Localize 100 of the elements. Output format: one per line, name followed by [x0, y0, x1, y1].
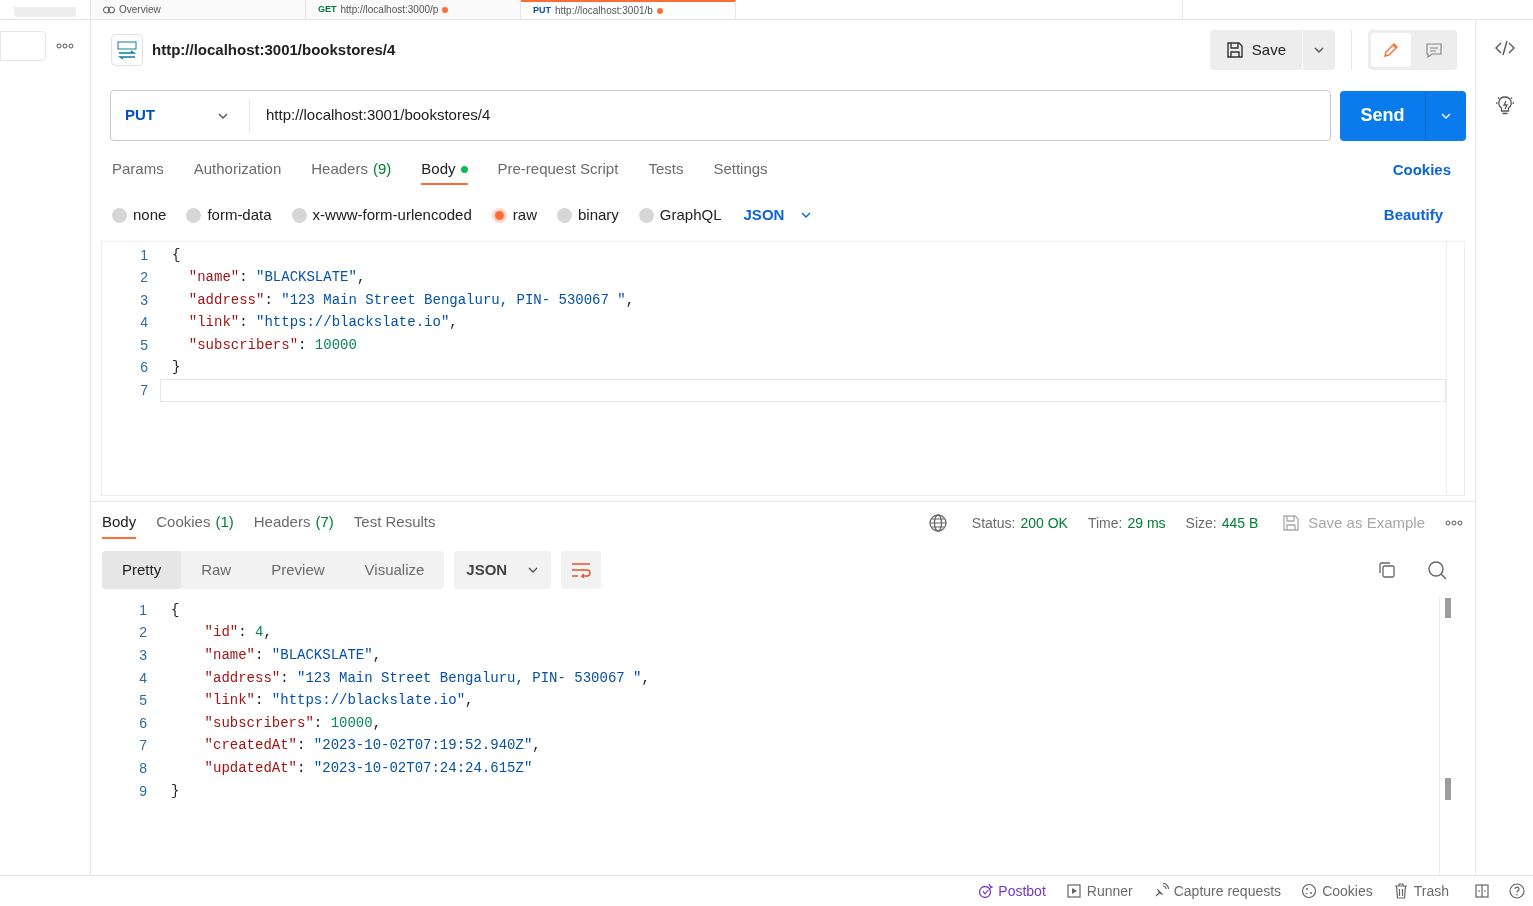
- radio-label: binary: [577, 204, 619, 225]
- lightbulb-icon[interactable]: [1493, 94, 1516, 116]
- tab[interactable]: Overview: [91, 0, 306, 19]
- line-number: 3: [139, 290, 149, 310]
- line-number: 5: [138, 691, 148, 711]
- tab-count: (7): [315, 511, 334, 532]
- code-icon[interactable]: [1494, 40, 1515, 56]
- scrollbar-thumb[interactable]: [1445, 598, 1451, 618]
- line-number: 1: [139, 245, 149, 265]
- request-tab[interactable]: Params: [112, 155, 164, 185]
- trash-icon: [1392, 883, 1409, 899]
- line-number: 2: [138, 623, 148, 643]
- request-tab[interactable]: Body: [421, 155, 468, 185]
- method-label: GET: [318, 2, 337, 16]
- view-mode-tab[interactable]: Visualize: [344, 551, 445, 589]
- edit-button[interactable]: [1371, 33, 1411, 67]
- format-select[interactable]: JSON: [454, 551, 552, 589]
- format-select[interactable]: JSON: [743, 203, 813, 227]
- radio-button[interactable]: [491, 207, 507, 223]
- line-number: 2: [139, 268, 149, 288]
- overview-icon: [103, 5, 115, 14]
- view-mode-tab[interactable]: Preview: [251, 551, 345, 589]
- view-mode-tab[interactable]: Raw: [181, 551, 252, 589]
- tab-count: (9): [372, 158, 392, 179]
- body-mode-radio[interactable]: form-data: [186, 203, 272, 227]
- save-icon: [1225, 41, 1244, 59]
- play-icon: [1065, 883, 1082, 899]
- body-mode-radio[interactable]: binary: [556, 203, 619, 227]
- status-bar-button[interactable]: Capture requests: [1152, 880, 1282, 902]
- metric-value: 29 ms: [1127, 513, 1166, 533]
- tab-label: http://localhost:3000/p: [340, 3, 439, 17]
- metric-label: Size:: [1185, 513, 1217, 533]
- status-bar-button[interactable]: Trash: [1392, 880, 1449, 902]
- body-mode-radio[interactable]: raw: [491, 203, 537, 227]
- tab[interactable]: GET http://localhost:3000/p: [306, 0, 521, 19]
- response-tab[interactable]: Test Results: [353, 507, 436, 539]
- response-tab[interactable]: Body: [102, 507, 137, 539]
- code-line: {: [170, 600, 181, 620]
- request-tab[interactable]: Headers (9): [311, 155, 392, 185]
- cookies-link[interactable]: Cookies: [1392, 158, 1451, 182]
- code-line: "name": "BLACKSLATE",: [187, 268, 367, 288]
- code-line: "createdAt": "2023-10-02T07:19:52.940Z",: [203, 736, 542, 756]
- radio-button[interactable]: [112, 207, 127, 223]
- status-bar-button[interactable]: Runner: [1065, 880, 1133, 902]
- line-number: 6: [139, 358, 149, 378]
- tab-count: (1): [215, 511, 234, 532]
- request-tab[interactable]: Settings: [713, 155, 768, 185]
- globe-icon: [927, 513, 948, 533]
- line-number: 7: [139, 380, 149, 400]
- more-icon[interactable]: [1445, 520, 1463, 526]
- more-icon[interactable]: [56, 43, 74, 49]
- beautify-link[interactable]: Beautify: [1383, 203, 1443, 227]
- method-select[interactable]: PUT: [111, 99, 250, 132]
- radio-button[interactable]: [638, 207, 654, 223]
- code-line: "link": "https://blackslate.io",: [203, 691, 475, 711]
- request-tab[interactable]: Authorization: [193, 155, 282, 185]
- tab-label: http://localhost:3001/b: [555, 4, 653, 18]
- line-number: 6: [138, 713, 148, 733]
- radio-button[interactable]: [186, 207, 202, 223]
- code-line: "link": "https://blackslate.io",: [187, 313, 459, 333]
- radio-button[interactable]: [556, 207, 572, 223]
- status-bar-button[interactable]: Cookies: [1301, 880, 1373, 902]
- response-tab[interactable]: Headers (7): [253, 507, 334, 539]
- scrollbar-thumb[interactable]: [1445, 778, 1451, 800]
- wrap-lines-icon: [571, 562, 592, 578]
- request-title: http://localhost:3001/bookstores/4: [152, 39, 396, 60]
- help-icon[interactable]: [1509, 883, 1525, 899]
- two-pane-icon[interactable]: [1475, 884, 1489, 898]
- search-icon[interactable]: [1427, 560, 1447, 580]
- tab[interactable]: PUT http://localhost:3001/b: [521, 0, 736, 19]
- response-tab[interactable]: Cookies (1): [156, 507, 234, 539]
- request-tab[interactable]: Tests: [648, 155, 684, 185]
- url-field[interactable]: http://localhost:3001/bookstores/4: [250, 104, 491, 127]
- copy-icon[interactable]: [1377, 560, 1397, 580]
- line-number: 5: [139, 335, 149, 355]
- status-bar-button[interactable]: Postbot: [977, 880, 1046, 902]
- code-line: "address": "123 Main Street Bengaluru, PIN- 530067 ",: [203, 668, 651, 688]
- search-field[interactable]: [0, 31, 46, 61]
- metric-value: 445 B: [1221, 513, 1259, 533]
- radio-label: none: [133, 204, 167, 225]
- radio-label: raw: [512, 204, 537, 225]
- body-mode-radio[interactable]: none: [112, 203, 167, 227]
- code-line: "updatedAt": "2023-10-02T07:24:24.615Z": [203, 758, 534, 778]
- view-mode-tab[interactable]: Pretty: [102, 551, 182, 589]
- line-number: 4: [139, 313, 149, 333]
- metric-value: 200 OK: [1020, 513, 1068, 533]
- code-line: "address": "123 Main Street Bengaluru, PIN- 530067 ",: [187, 290, 636, 310]
- line-number: 7: [138, 736, 148, 756]
- code-line: "name": "BLACKSLATE",: [203, 646, 383, 665]
- body-mode-radio[interactable]: GraphQL: [638, 203, 722, 227]
- request-tab[interactable]: Pre-request Script: [497, 155, 619, 185]
- pencil-icon: [1382, 41, 1400, 59]
- line-number: 4: [138, 668, 148, 688]
- body-mode-radio[interactable]: x-www-form-urlencoded: [291, 203, 472, 227]
- line-number: 9: [138, 781, 148, 801]
- wrap-button[interactable]: [561, 551, 602, 589]
- tab-label: Overview: [119, 3, 161, 17]
- code-line: "id": 4,: [203, 623, 273, 643]
- radio-button[interactable]: [291, 207, 307, 223]
- radio-label: GraphQL: [659, 204, 722, 225]
